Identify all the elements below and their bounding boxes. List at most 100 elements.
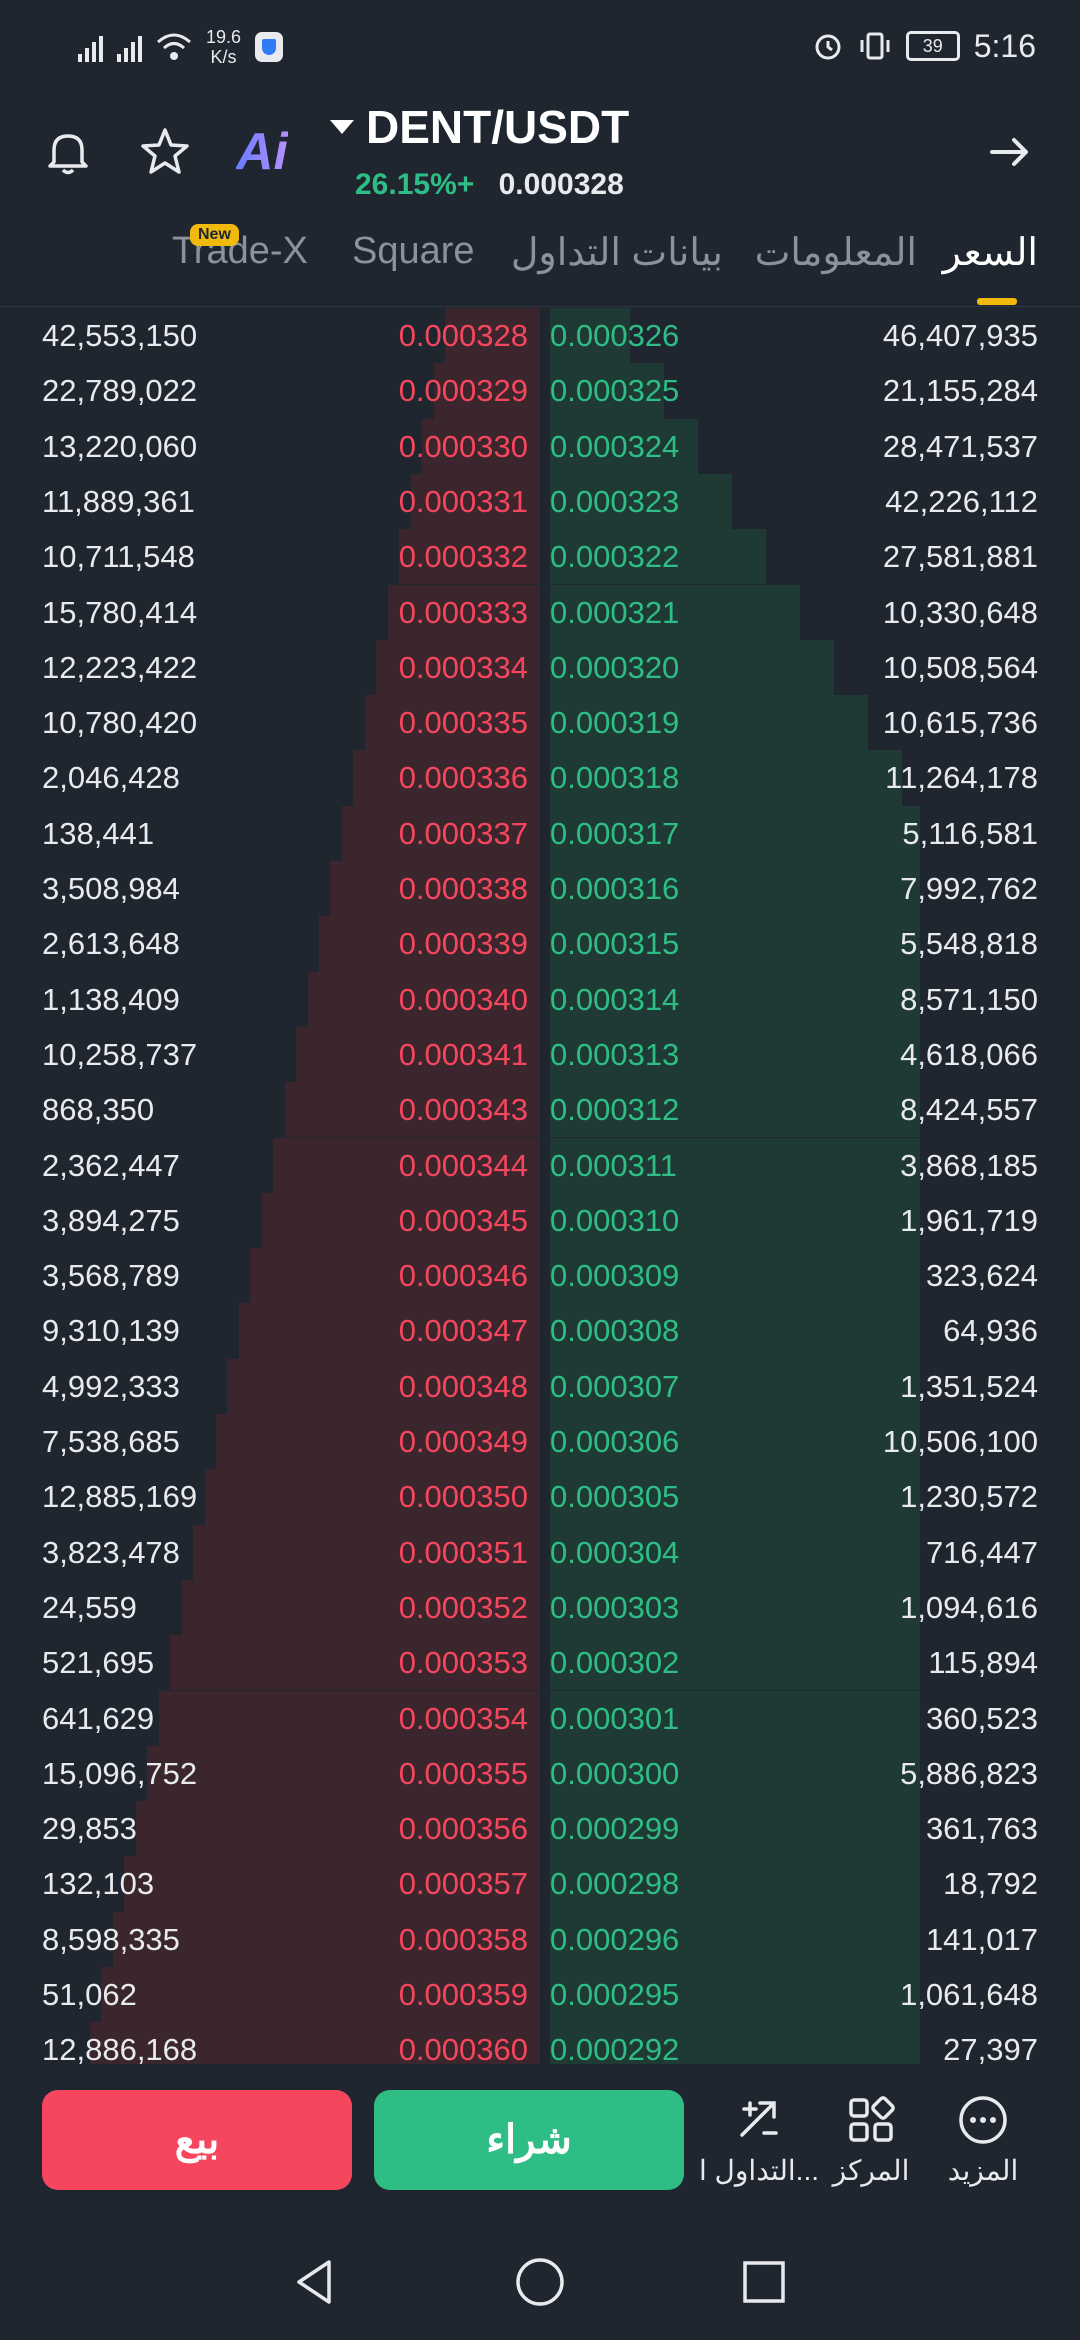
order-book-row[interactable]: 12,885,169 0.000350 0.000305 1,230,572: [0, 1469, 1080, 1525]
order-book-row[interactable]: 51,062 0.000359 0.000295 1,061,648: [0, 1967, 1080, 2023]
ai-assistant-button[interactable]: Ai: [232, 122, 292, 182]
net-speed-unit: K/s: [210, 47, 237, 67]
order-book-row[interactable]: 29,853 0.000356 0.000299 361,763: [0, 1801, 1080, 1857]
ask-price: 0.000359: [398, 1977, 528, 2012]
ask-quantity: 51,062: [42, 1977, 137, 2012]
ask-quantity: 7,538,685: [42, 1424, 180, 1459]
ask-quantity: 11,889,361: [42, 483, 195, 519]
bid-quantity: 361,763: [925, 1811, 1038, 1847]
bid-quantity: 42,226,112: [885, 483, 1038, 519]
order-book-row[interactable]: 15,096,752 0.000355 0.000300 5,886,823: [0, 1745, 1080, 1802]
center-button[interactable]: المركز: [811, 2092, 931, 2187]
more-dots-icon: [959, 2096, 1007, 2144]
ask-price: 0.000337: [398, 815, 528, 851]
ask-price: 0.000350: [398, 1479, 528, 1515]
order-book-row[interactable]: 641,629 0.000354 0.000301 360,523: [0, 1690, 1080, 1746]
bid-price: 0.000305: [550, 1479, 680, 1515]
order-book-row[interactable]: 4,992,333 0.000348 0.000307 1,351,524: [0, 1358, 1080, 1414]
order-book-row[interactable]: 12,223,422 0.000334 0.000320 10,508,564: [0, 639, 1080, 696]
order-book-row[interactable]: 10,711,548 0.000332 0.000322 27,581,881: [0, 529, 1080, 585]
net-speed-value: 19.6: [206, 27, 242, 47]
ask-price: 0.000355: [398, 1755, 528, 1791]
bid-price: 0.000325: [550, 373, 680, 409]
ask-quantity: 3,568,789: [42, 1258, 180, 1294]
order-book-row[interactable]: 13,220,060 0.000330 0.000324 28,471,537: [0, 418, 1080, 474]
order-book-row[interactable]: 12,886,168 0.000360 0.000292 27,397: [0, 2022, 1080, 2064]
ask-quantity: 13,220,060: [42, 428, 198, 464]
ask-quantity: 2,613,648: [42, 926, 180, 962]
bid-price: 0.000310: [550, 1202, 680, 1238]
order-book-row[interactable]: 2,046,428 0.000336 0.000318 11,264,178: [0, 750, 1080, 806]
order-book-row[interactable]: 11,889,361 0.000331 0.000323 42,226,112: [0, 473, 1080, 530]
order-book-row[interactable]: 10,258,737 0.000341 0.000313 4,618,066: [0, 1026, 1080, 1083]
ask-price: 0.000347: [398, 1313, 528, 1349]
ask-quantity: 22,789,022: [42, 373, 198, 409]
order-book-row[interactable]: 9,310,139 0.000347 0.000308 64,936: [0, 1303, 1080, 1359]
active-tab-indicator: [977, 298, 1017, 305]
ask-quantity: 132,103: [42, 1866, 155, 1902]
bid-quantity: 8,424,557: [900, 1092, 1038, 1128]
bid-quantity: 21,155,284: [882, 373, 1038, 409]
dropdown-caret-icon: [330, 120, 354, 134]
order-book-row[interactable]: 2,362,447 0.000344 0.000311 3,868,185: [0, 1137, 1080, 1193]
trade-button[interactable]: التداول ا...: [699, 2092, 819, 2187]
order-book-row[interactable]: 521,695 0.000353 0.000302 115,894: [0, 1635, 1080, 1691]
recents-icon[interactable]: [736, 2254, 792, 2310]
pair-selector[interactable]: DENT/USDT: [330, 100, 629, 154]
trade-label: التداول ا...: [699, 2155, 820, 2186]
home-icon[interactable]: [512, 2254, 568, 2310]
tab-square[interactable]: Square: [352, 230, 475, 273]
order-book-row[interactable]: 868,350 0.000343 0.000312 8,424,557: [0, 1082, 1080, 1138]
order-book-row[interactable]: 132,103 0.000357 0.000298 18,792: [0, 1856, 1080, 1912]
ask-quantity: 10,711,548: [42, 539, 195, 575]
ask-price: 0.000333: [398, 594, 528, 630]
ask-quantity: 29,853: [42, 1811, 137, 1847]
order-book-row[interactable]: 10,780,420 0.000335 0.000319 10,615,736: [0, 695, 1080, 751]
bid-quantity: 1,061,648: [900, 1977, 1038, 2012]
order-book-row[interactable]: 22,789,022 0.000329 0.000325 21,155,284: [0, 363, 1080, 419]
order-book-row[interactable]: 3,894,275 0.000345 0.000310 1,961,719: [0, 1192, 1080, 1249]
status-right: 39 5:16: [812, 26, 1036, 66]
tab-price[interactable]: السعر: [943, 230, 1038, 275]
order-book-row[interactable]: 138,441 0.000337 0.000317 5,116,581: [0, 805, 1080, 861]
status-left: 19.6 K/s: [78, 22, 284, 72]
ask-quantity: 12,886,168: [42, 2032, 198, 2064]
bid-quantity: 1,351,524: [900, 1368, 1038, 1404]
order-book-row[interactable]: 42,553,150 0.000328 0.000326 46,407,935: [0, 308, 1080, 364]
order-book-row[interactable]: 1,138,409 0.000340 0.000314 8,571,150: [0, 971, 1080, 1027]
bid-quantity: 27,581,881: [882, 539, 1038, 575]
order-book-row[interactable]: 24,559 0.000352 0.000303 1,094,616: [0, 1579, 1080, 1636]
ask-price: 0.000339: [398, 926, 528, 962]
arrow-right-icon[interactable]: [980, 122, 1040, 182]
tab-bar: السعر المعلومات بيانات التداول Square Tr…: [0, 220, 1080, 307]
signal-2-icon: [117, 32, 142, 62]
ask-price: 0.000346: [398, 1258, 528, 1294]
order-book-row[interactable]: 3,823,478 0.000351 0.000304 716,447: [0, 1524, 1080, 1580]
buy-button[interactable]: شراء: [374, 2090, 684, 2190]
order-book-row[interactable]: 2,613,648 0.000339 0.000315 5,548,818: [0, 916, 1080, 972]
bid-price: 0.000321: [550, 594, 680, 630]
order-book-row[interactable]: 15,780,414 0.000333 0.000321 10,330,648: [0, 584, 1080, 640]
tab-trading-data[interactable]: بيانات التداول: [511, 230, 723, 275]
bid-price: 0.000300: [550, 1755, 680, 1791]
bid-quantity: 10,615,736: [882, 705, 1038, 741]
bid-price: 0.000292: [550, 2032, 680, 2064]
sell-button[interactable]: بيع: [42, 2090, 352, 2190]
ask-price: 0.000358: [398, 1921, 528, 1957]
favorite-star-icon[interactable]: [135, 122, 195, 182]
bid-quantity: 3,868,185: [900, 1147, 1038, 1183]
order-book-row[interactable]: 8,598,335 0.000358 0.000296 141,017: [0, 1911, 1080, 1967]
ask-quantity: 24,559: [42, 1589, 137, 1625]
notification-bell-icon[interactable]: [38, 122, 98, 182]
bid-quantity: 1,961,719: [900, 1202, 1038, 1238]
bid-price: 0.000309: [550, 1258, 680, 1294]
back-icon[interactable]: [286, 2254, 342, 2310]
bid-quantity: 64,936: [943, 1313, 1038, 1349]
ask-quantity: 2,362,447: [42, 1147, 180, 1183]
order-book-row[interactable]: 3,508,984 0.000338 0.000316 7,992,762: [0, 861, 1080, 917]
tab-info[interactable]: المعلومات: [755, 230, 917, 275]
order-book-row[interactable]: 7,538,685 0.000349 0.000306 10,506,100: [0, 1414, 1080, 1470]
bid-quantity: 18,792: [943, 1866, 1038, 1902]
more-button[interactable]: المزيد: [923, 2092, 1043, 2187]
order-book-row[interactable]: 3,568,789 0.000346 0.000309 323,624: [0, 1248, 1080, 1304]
